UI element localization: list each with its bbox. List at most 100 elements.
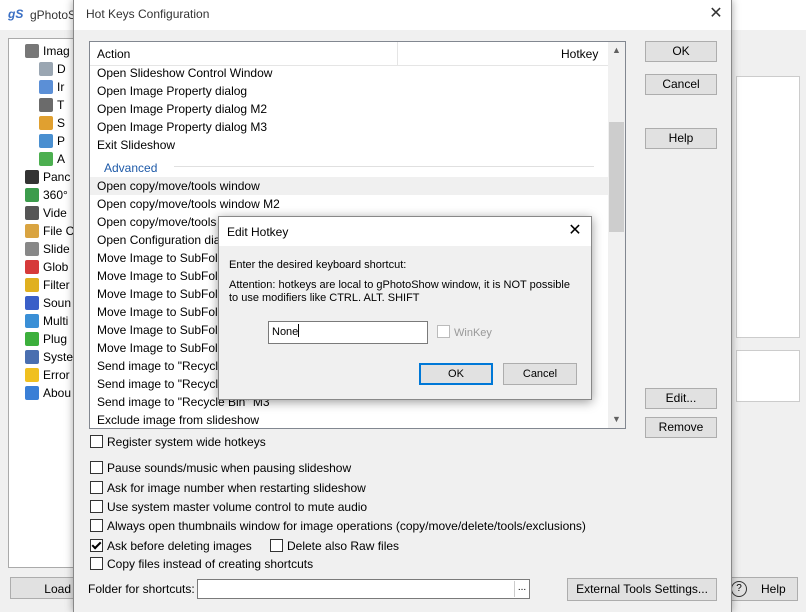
ok-button[interactable]: OK (645, 41, 717, 62)
option-checkbox[interactable]: Copy files instead of creating shortcuts (90, 556, 313, 572)
close-icon[interactable]: ✕ (706, 4, 726, 24)
option-checkbox[interactable]: Ask before deleting images (90, 538, 252, 554)
table-row[interactable]: Open copy/move/tools window M2 (90, 195, 608, 213)
tree-item-label: Glob (43, 260, 69, 274)
cancel-button[interactable]: Cancel (645, 74, 717, 95)
scroll-up-icon[interactable]: ▲ (608, 42, 625, 59)
row-action-label: Open copy/move/tools window M2 (97, 197, 280, 211)
hotkey-input-value: None (272, 326, 299, 338)
delete-raw-checkbox[interactable]: Delete also Raw files (270, 538, 399, 554)
tree-item-label: Vide (43, 206, 67, 220)
table-row[interactable]: Open Image Property dialog M3 (90, 118, 608, 136)
tree-item[interactable]: Syste (25, 348, 73, 366)
tree-item[interactable]: Slide (25, 240, 70, 258)
row-action-label: Open copy/move/tools window (97, 179, 260, 193)
tree-item[interactable]: Error (25, 366, 70, 384)
row-action-label: Move Image to SubFolder (97, 341, 236, 355)
winkey-checkbox[interactable]: WinKey (437, 325, 492, 341)
tree-item[interactable]: P (39, 132, 65, 150)
modifier-warning: Attention: hotkeys are local to gPhotoSh… (229, 279, 570, 304)
option-checkbox[interactable]: Ask for image number when restarting sli… (90, 480, 366, 496)
tree-item[interactable]: T (39, 96, 64, 114)
group-header-advanced: Advanced (97, 159, 602, 177)
info-icon (25, 386, 39, 400)
checkbox-box[interactable] (90, 435, 103, 448)
tree-item[interactable]: Panc (25, 168, 70, 186)
option-label: Copy files instead of creating shortcuts (107, 557, 314, 571)
panel-icon (39, 134, 53, 148)
main-help-label: Help (761, 582, 786, 596)
table-row[interactable]: Exit Slideshow (90, 136, 608, 154)
scroll-thumb[interactable] (609, 122, 624, 232)
checkbox-box[interactable] (90, 461, 103, 474)
camera-icon (25, 44, 39, 58)
option-checkbox[interactable]: Always open thumbnails window for image … (90, 518, 586, 534)
checkbox-box[interactable] (90, 481, 103, 494)
edit-ok-button[interactable]: OK (419, 363, 493, 385)
tree-item-label: Imag (43, 44, 70, 58)
tree-item[interactable]: Soun (25, 294, 71, 312)
option-label: Pause sounds/music when pausing slidesho… (107, 461, 352, 475)
tools-icon (25, 242, 39, 256)
tree-item-label: Error (43, 368, 70, 382)
tree-item[interactable]: Filter (25, 276, 70, 294)
tree-item[interactable]: Vide (25, 204, 67, 222)
row-action-label: Move Image to SubFolder (97, 305, 236, 319)
checkbox-box[interactable] (90, 557, 103, 570)
option-label: Ask for image number when restarting sli… (107, 481, 366, 495)
tree-item[interactable]: Plug (25, 330, 67, 348)
tree-item[interactable]: 360° (25, 186, 68, 204)
tree-item[interactable]: Abou (25, 384, 71, 402)
option-checkbox[interactable]: Register system wide hotkeys (90, 434, 266, 450)
checkbox-box[interactable] (90, 539, 103, 552)
edit-cancel-button[interactable]: Cancel (503, 363, 577, 385)
monitors-icon (25, 314, 39, 328)
tree-item[interactable]: File C (25, 222, 74, 240)
tree-item[interactable]: Imag (25, 42, 70, 60)
main-window-title: gPhotoS (30, 8, 77, 22)
column-header-action[interactable]: Action (97, 47, 130, 61)
edit-button[interactable]: Edit... (645, 388, 717, 409)
row-action-label: Move Image to SubFolder (97, 287, 236, 301)
row-action-label: Send image to "Recycle Bi (97, 377, 239, 391)
option-label: Use system master volume control to mute… (107, 500, 368, 514)
checkbox-box[interactable] (270, 539, 283, 552)
checkbox-box[interactable] (90, 500, 103, 513)
table-row[interactable]: Open Slideshow Control Window (90, 64, 608, 82)
row-action-label: Open Image Property dialog (97, 84, 248, 98)
main-help-button[interactable]: ? Help (728, 577, 798, 601)
column-header-hotkey[interactable]: Hotkey (561, 47, 598, 61)
option-label: Always open thumbnails window for image … (107, 519, 586, 533)
table-row[interactable]: Exclude image from slideshow (90, 411, 608, 428)
vertical-scrollbar[interactable]: ▲ ▼ (608, 42, 625, 428)
scroll-down-icon[interactable]: ▼ (608, 411, 625, 428)
tree-item[interactable]: Multi (25, 312, 68, 330)
checkbox-box[interactable] (437, 325, 450, 338)
folder-green-icon (39, 152, 53, 166)
tree-item[interactable]: D (39, 60, 66, 78)
table-row[interactable]: Open Image Property dialog (90, 82, 608, 100)
tree-item-label: D (57, 62, 66, 76)
tree-item[interactable]: S (39, 114, 65, 132)
checkbox-box[interactable] (90, 519, 103, 532)
column-divider[interactable] (397, 42, 398, 65)
table-row[interactable]: Open Image Property dialog M2 (90, 100, 608, 118)
hotkey-input[interactable]: None (268, 321, 428, 344)
external-tools-button[interactable]: External Tools Settings... (567, 578, 717, 601)
music-icon (25, 296, 39, 310)
tree-item[interactable]: A (39, 150, 65, 168)
row-action-label: Send image to "Recycle Bi (97, 359, 239, 373)
folder-input[interactable] (197, 579, 530, 599)
help-button[interactable]: Help (645, 128, 717, 149)
option-checkbox[interactable]: Use system master volume control to mute… (90, 499, 367, 515)
option-checkbox[interactable]: Pause sounds/music when pausing slidesho… (90, 460, 351, 476)
tree-item[interactable]: Ir (39, 78, 64, 96)
row-action-label: Open Image Property dialog M2 (97, 102, 268, 116)
load-button[interactable]: Load (10, 577, 80, 599)
tree-item[interactable]: Glob (25, 258, 68, 276)
hotkeys-dialog-title: Hot Keys Configuration (86, 7, 210, 21)
remove-button[interactable]: Remove (645, 417, 717, 438)
close-icon[interactable]: ✕ (565, 221, 585, 241)
table-row[interactable]: Open copy/move/tools window (90, 177, 608, 195)
browse-button[interactable]: ... (514, 581, 529, 597)
